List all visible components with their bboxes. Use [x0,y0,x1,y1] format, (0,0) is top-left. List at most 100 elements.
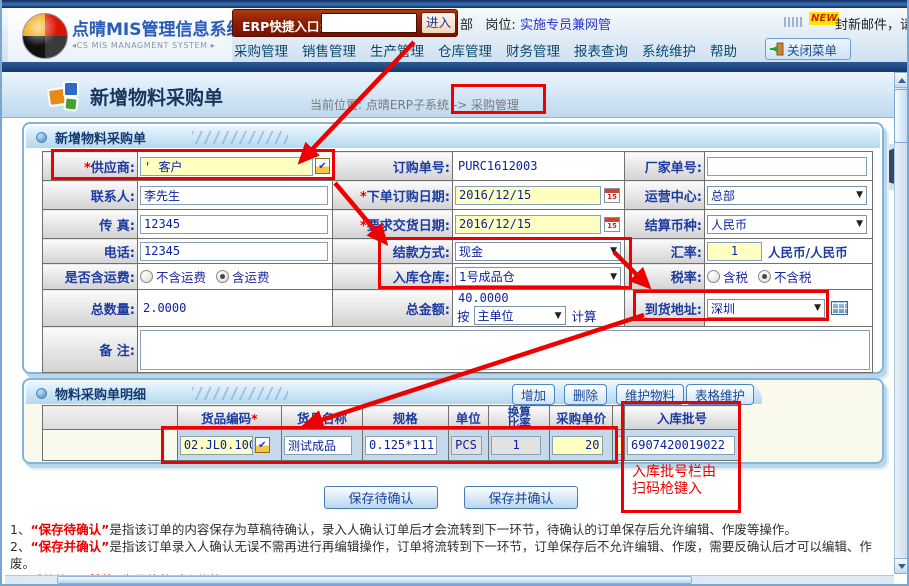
save-pending-button[interactable]: 保存待确认 [324,486,438,509]
item-name-input[interactable]: 测试成品 [284,436,352,455]
erp-shortcut-bar: ERP快捷入口: 进入 [232,9,458,37]
radio-freight-included[interactable] [216,270,229,283]
item-code-input[interactable]: 02.JL0.100005 [180,436,253,455]
total-amount-label-cell: 总金额: [333,290,453,327]
close-menu-icon [770,42,784,56]
app-header: 点晴MIS管理信息系统 ◂CS MIS MANAGMENT SYSTEM ▸ E… [2,8,909,62]
col-code-header: 货品编码* [177,406,281,430]
radio-tax-excluded[interactable] [758,270,771,283]
menu-item-system[interactable]: 系统维护 [642,40,696,60]
chevron-down-icon: ▼ [610,246,617,256]
item-code-picker-icon[interactable]: ✔ [255,437,270,453]
payment-select[interactable]: 现金▼ [455,242,621,261]
annotation-text: 入库批号栏由 扫码枪键入 [632,464,738,498]
erp-shortcut-input[interactable] [321,13,417,33]
delivery-date-input[interactable]: 2016/12/15 [455,215,601,234]
factory-no-label-cell: 厂家单号: [625,152,705,181]
menu-item-sales[interactable]: 销售管理 [302,40,356,60]
form-panel-header: 新增物料采购单 [26,126,880,148]
chevron-down-icon: ▼ [856,190,863,200]
item-batch-input[interactable]: 6907420019022 [627,436,735,455]
radio-freight-excluded[interactable] [140,270,153,283]
erp-shortcut-label: ERP快捷入口: [242,16,324,35]
remark-textarea[interactable] [140,330,870,370]
add-row-button[interactable]: 增加 [512,384,555,405]
fax-label-cell: 传 真: [43,210,138,239]
factory-no-input[interactable] [707,157,867,176]
close-menu-label: 关闭菜单 [787,40,837,59]
phone-input[interactable]: 12345 [140,242,328,261]
menu-item-production[interactable]: 生产管理 [370,40,424,60]
table-maintain-button[interactable]: 表格维护 [686,384,754,405]
form-panel-title: 新增物料采购单 [55,128,146,147]
warehouse-select[interactable]: 1号成品仓▼ [455,267,621,286]
item-price-input[interactable]: 20 [552,436,603,455]
purchase-form-table: *供应商: ' 客户 ✔ 订购单号: PURC1612003 厂家单号: 联系人… [42,151,873,373]
enter-button[interactable]: 进入 [421,12,456,34]
scroll-down-button[interactable] [894,558,909,574]
radio-tax-included[interactable] [707,270,720,283]
menu-item-purchase[interactable]: 采购管理 [234,40,288,60]
item-unit-field: PCS [451,436,482,455]
currency-select[interactable]: 人民币▼ [707,215,867,234]
total-qty-label-cell: 总数量: [43,290,138,327]
note-line: 2、“保存并确认”是指该订单录入人确认无误不需再进行再编辑操作，订单将流转到下一… [10,538,894,572]
panel-stripes-decoration [192,131,288,144]
menu-item-finance[interactable]: 财务管理 [506,40,560,60]
calendar-icon[interactable]: 15 [604,217,620,232]
panel-bullet-icon [36,132,47,143]
chevron-down-icon: ▼ [814,303,821,313]
menu-item-warehouse[interactable]: 仓库管理 [438,40,492,60]
marquee-bars-icon [784,17,804,27]
col-batch-header: 入库批号 [625,406,740,430]
item-spec-input[interactable]: 0.125*111.2*1 [365,436,437,455]
save-confirm-button[interactable]: 保存并确认 [464,486,578,509]
fax-input[interactable]: 12345 [140,215,328,234]
system-title: 点晴MIS管理信息系统 [72,15,244,40]
vertical-scroll-thumb[interactable] [894,89,909,143]
menu-item-reports[interactable]: 报表查询 [574,40,628,60]
tax-label-cell: 税率: [625,264,705,290]
delivery-address-select[interactable]: 深圳▼ [707,299,825,318]
scroll-up-button[interactable] [894,72,909,88]
chevron-down-icon: ▼ [610,272,617,282]
panel-bullet-icon [36,388,47,399]
mail-notice: 封新邮件，请 [835,14,909,33]
order-no-value: PURC1612003 [455,159,537,173]
close-menu-button[interactable]: 关闭菜单 [765,38,851,60]
erp-window: 点晴MIS管理信息系统 ◂CS MIS MANAGMENT SYSTEM ▸ E… [0,0,909,586]
main-menu: 采购管理 销售管理 生产管理 仓库管理 财务管理 报表查询 系统维护 帮助 [234,40,737,60]
exchange-rate-input[interactable]: 1 [707,242,762,261]
address-maintain-icon[interactable] [831,301,848,315]
currency-label-cell: 结算币种: [625,210,705,239]
address-label-cell: 到货地址: [625,290,705,327]
supplier-input[interactable]: ' 客户 [140,157,313,176]
calc-suffix: 计算 [572,306,597,325]
maintain-material-button[interactable]: 维护物料 [616,384,684,405]
payment-label-cell: 结款方式: [333,239,453,264]
batch-column: 入库批号 6907420019022 [624,405,740,461]
op-center-select[interactable]: 总部▼ [707,186,867,205]
scroll-up-icon [898,78,906,83]
vertical-scrollbar[interactable] [894,72,909,574]
item-ratio-field: 1 [491,436,541,455]
supplier-picker-icon[interactable]: ✔ [315,158,330,174]
total-amount-value: 40.0000 [455,291,622,305]
horizontal-scroll-thumb[interactable] [57,576,692,584]
col-ratio-header: 换算比率 [489,406,550,430]
detail-panel: 物料采购单明细 货品编码* 货品名称 规格 单位 换算比率 采购单价 数量 02… [22,378,884,464]
panel-stripes-decoration [192,387,288,400]
purchase-form-panel: 新增物料采购单 *供应商: ' 客户 ✔ 订购单号: PURC1612003 厂… [22,122,884,374]
remark-label-cell: 备 注: [43,327,138,373]
calendar-icon[interactable]: 15 [604,188,620,203]
scroll-down-icon [898,564,906,569]
chevron-down-icon: ▼ [856,219,863,229]
order-date-input[interactable]: 2016/12/15 [455,186,601,205]
menu-item-help[interactable]: 帮助 [710,40,737,60]
page-title-icon [46,79,82,115]
contact-input[interactable]: 李先生 [140,186,328,205]
calc-unit-select[interactable]: 主单位▼ [474,306,566,325]
delete-row-button[interactable]: 删除 [564,384,607,405]
freight-label-cell: 是否含运费: [43,264,138,290]
position-line: 部 岗位: 实施专员兼网管 [460,14,611,33]
